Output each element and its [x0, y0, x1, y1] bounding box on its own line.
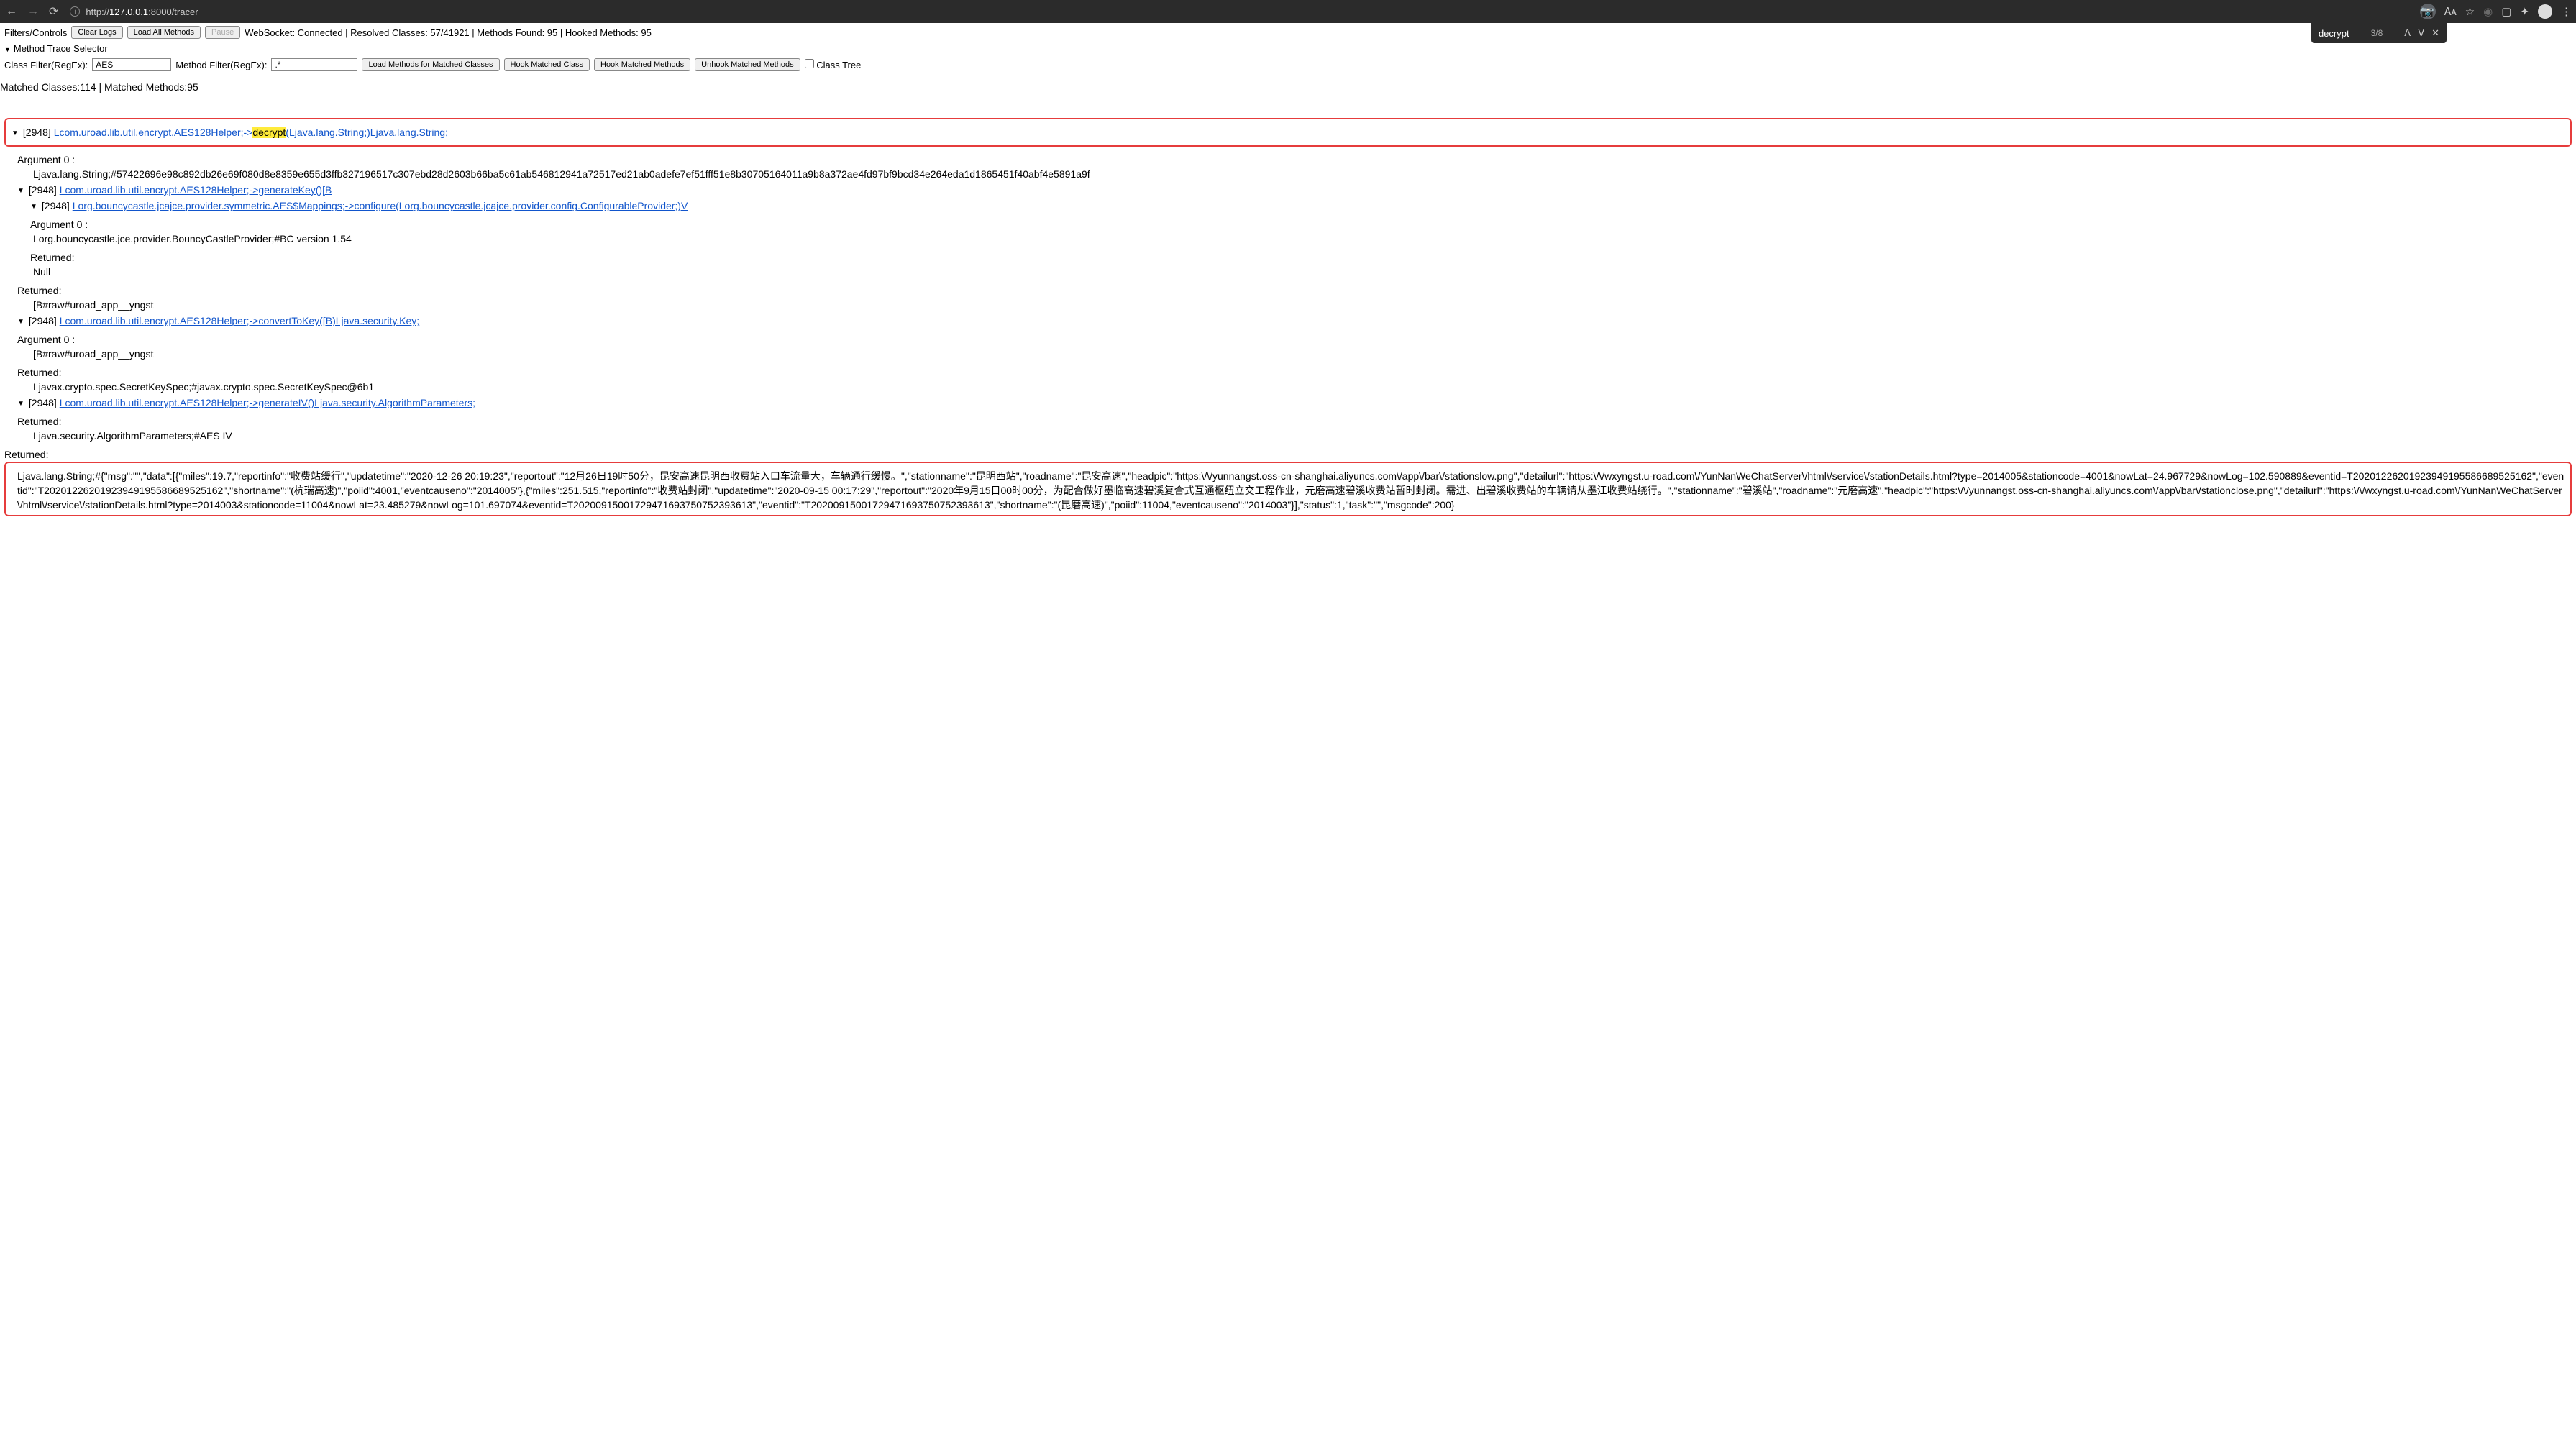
nav-forward-icon[interactable]: → — [27, 5, 39, 18]
find-prev-icon[interactable]: ᐱ — [2404, 27, 2411, 39]
filters-row: Filters/Controls Clear Logs Load All Met… — [0, 23, 2576, 42]
highlighted-return-box: Ljava.lang.String;#{"msg":"","data":[{"m… — [4, 462, 2572, 516]
selector-caret-icon[interactable] — [4, 43, 14, 54]
pause-button[interactable]: Pause — [205, 26, 240, 39]
argument-value: Lorg.bouncycastle.jce.provider.BouncyCas… — [33, 233, 2572, 244]
find-input[interactable]: decrypt — [2319, 28, 2349, 39]
find-next-icon[interactable]: ᐯ — [2418, 27, 2424, 39]
returned-value: Null — [33, 266, 2572, 278]
returned-value: Ljava.security.AlgorithmParameters;#AES … — [33, 430, 2572, 442]
argument-value: [B#raw#uroad_app__yngst — [33, 348, 2572, 360]
returned-value: [B#raw#uroad_app__yngst — [33, 299, 2572, 311]
thread-id: [2948] — [29, 315, 57, 326]
matched-summary: Matched Classes:114 | Matched Methods:95 — [0, 74, 2576, 100]
returned-value: Ljava.lang.String;#{"msg":"","data":[{"m… — [17, 469, 2564, 512]
camera-icon[interactable]: 📷 — [2420, 4, 2436, 19]
class-filter-label: Class Filter(RegEx): — [4, 60, 88, 70]
highlighted-method-box: ▼ [2948] Lcom.uroad.lib.util.encrypt.AES… — [4, 118, 2572, 147]
selector-label: Method Trace Selector — [14, 43, 108, 54]
tab-icon[interactable]: ▢ — [2501, 5, 2511, 18]
returned-label: Returned: — [4, 449, 2572, 460]
profile-avatar-icon[interactable] — [2538, 4, 2552, 19]
returned-label: Returned: — [17, 285, 2572, 296]
argument-label: Argument 0 : — [30, 219, 2572, 230]
hook-matched-class-button[interactable]: Hook Matched Class — [504, 58, 590, 71]
menu-dots-icon[interactable]: ⋮ — [2561, 5, 2570, 18]
method-link-configure[interactable]: Lorg.bouncycastle.jcajce.provider.symmet… — [73, 200, 688, 211]
search-highlight: decrypt — [252, 127, 286, 138]
load-all-methods-button[interactable]: Load All Methods — [127, 26, 201, 39]
tree-collapse-icon[interactable]: ▼ — [30, 203, 39, 211]
class-filter-input[interactable] — [92, 58, 171, 71]
method-filter-input[interactable] — [271, 58, 357, 71]
thread-id: [2948] — [23, 127, 51, 138]
browser-chrome-bar: ← → ⟳ i http://127.0.0.1:8000/tracer 📷 🗛… — [0, 0, 2576, 23]
url-text: http://127.0.0.1:8000/tracer — [86, 6, 198, 17]
returned-label: Returned: — [17, 367, 2572, 378]
returned-value: Ljavax.crypto.spec.SecretKeySpec;#javax.… — [33, 381, 2572, 393]
tree-collapse-icon[interactable]: ▼ — [17, 318, 26, 326]
returned-label: Returned: — [30, 252, 2572, 263]
selector-row[interactable]: Method Trace Selector — [0, 42, 2576, 55]
hook-matched-methods-button[interactable]: Hook Matched Methods — [594, 58, 690, 71]
argument-value: Ljava.lang.String;#57422696e98c892db26e6… — [33, 168, 2572, 180]
returned-label: Returned: — [17, 416, 2572, 427]
translate-icon[interactable]: 🗛 — [2444, 6, 2457, 18]
clear-logs-button[interactable]: Clear Logs — [71, 26, 122, 39]
websocket-status: WebSocket: Connected | Resolved Classes:… — [245, 27, 652, 38]
class-tree-checkbox[interactable]: Class Tree — [805, 59, 862, 70]
method-link-generatekey[interactable]: Lcom.uroad.lib.util.encrypt.AES128Helper… — [60, 184, 332, 196]
thread-id: [2948] — [42, 200, 70, 211]
filters-label: Filters/Controls — [4, 27, 67, 38]
method-link-converttokey[interactable]: Lcom.uroad.lib.util.encrypt.AES128Helper… — [60, 315, 419, 326]
thread-id: [2948] — [29, 397, 57, 408]
method-filter-label: Method Filter(RegEx): — [175, 60, 267, 70]
thread-id: [2948] — [29, 184, 57, 196]
find-count: 3/8 — [2371, 28, 2383, 38]
find-in-page-bar: decrypt 3/8 ᐱ ᐯ ✕ — [2311, 23, 2447, 43]
method-link-generateiv[interactable]: Lcom.uroad.lib.util.encrypt.AES128Helper… — [60, 397, 475, 408]
filter-inputs-row: Class Filter(RegEx): Method Filter(RegEx… — [0, 55, 2576, 74]
nav-back-icon[interactable]: ← — [6, 5, 17, 18]
extensions-icon[interactable]: ✦ — [2520, 5, 2529, 18]
load-matched-classes-button[interactable]: Load Methods for Matched Classes — [362, 58, 499, 71]
github-icon[interactable]: ◉ — [2483, 5, 2493, 18]
reload-icon[interactable]: ⟳ — [49, 4, 58, 19]
method-link-decrypt[interactable]: Lcom.uroad.lib.util.encrypt.AES128Helper… — [54, 127, 448, 138]
argument-label: Argument 0 : — [17, 334, 2572, 345]
star-icon[interactable]: ☆ — [2465, 5, 2475, 18]
unhook-matched-methods-button[interactable]: Unhook Matched Methods — [695, 58, 800, 71]
find-close-icon[interactable]: ✕ — [2431, 27, 2439, 39]
tree-collapse-icon[interactable]: ▼ — [12, 129, 20, 137]
site-info-icon[interactable]: i — [70, 6, 80, 17]
tree-collapse-icon[interactable]: ▼ — [17, 187, 26, 195]
url-bar[interactable]: i http://127.0.0.1:8000/tracer — [70, 6, 2419, 17]
tree-collapse-icon[interactable]: ▼ — [17, 400, 26, 408]
argument-label: Argument 0 : — [17, 154, 2572, 165]
